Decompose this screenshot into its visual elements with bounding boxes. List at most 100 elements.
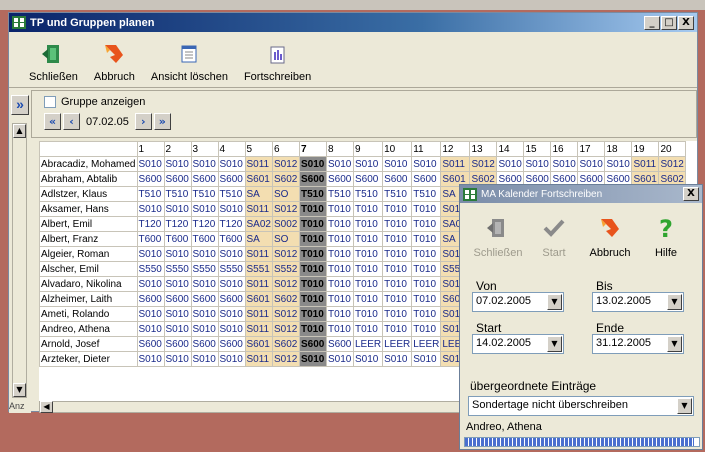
shift-cell[interactable]: S010	[136, 351, 165, 367]
day-header[interactable]: 12	[440, 141, 471, 157]
vertical-scrollbar[interactable]: ▲ ▼	[12, 123, 27, 398]
shift-cell[interactable]: S010	[217, 276, 246, 292]
close-button[interactable]: X	[678, 15, 694, 30]
start-select[interactable]: 14.02.2005 ▼	[472, 334, 564, 354]
shift-cell[interactable]: S010	[352, 351, 384, 367]
shift-cell[interactable]: T010	[298, 201, 327, 217]
shift-cell[interactable]: S012	[271, 201, 300, 217]
day-header[interactable]: 2	[163, 141, 192, 157]
employee-name-cell[interactable]: Albert, Emil	[39, 216, 138, 232]
shift-cell[interactable]: S010	[523, 156, 552, 172]
shift-cell[interactable]: S010	[190, 201, 219, 217]
day-header[interactable]: 7	[298, 141, 327, 157]
shift-cell[interactable]: T010	[352, 246, 384, 262]
shift-cell[interactable]: T010	[352, 231, 384, 247]
bis-select[interactable]: 13.02.2005 ▼	[592, 292, 684, 312]
shift-cell[interactable]: S601	[244, 171, 273, 187]
shift-cell[interactable]: S600	[217, 291, 246, 307]
shift-cell[interactable]: S550	[190, 261, 219, 277]
chevron-down-icon[interactable]: ▼	[677, 398, 692, 414]
shift-cell[interactable]: S010	[382, 351, 413, 367]
shift-cell[interactable]: T010	[411, 291, 442, 307]
shift-cell[interactable]: T010	[382, 231, 413, 247]
shift-cell[interactable]: T010	[325, 216, 354, 232]
shift-cell[interactable]: T120	[217, 216, 246, 232]
von-select[interactable]: 07.02.2005 ▼	[472, 292, 564, 312]
main-titlebar[interactable]: TP und Gruppen planen _ □ X	[9, 13, 697, 32]
shift-cell[interactable]: T010	[352, 306, 384, 322]
employee-name-cell[interactable]: Albert, Franz	[39, 231, 138, 247]
expand-panel-button[interactable]: »	[11, 95, 29, 115]
shift-cell[interactable]: T010	[298, 321, 327, 337]
shift-cell[interactable]: T010	[382, 216, 413, 232]
toolbar-continue-button[interactable]: Fortschreiben	[244, 43, 311, 83]
shift-cell[interactable]: S010	[298, 156, 327, 172]
shift-cell[interactable]: S012	[271, 321, 300, 337]
shift-cell[interactable]: S600	[411, 171, 442, 187]
dialog-cancel-tool[interactable]: Abbruch	[582, 217, 638, 259]
shift-cell[interactable]: T010	[411, 246, 442, 262]
shift-cell[interactable]: S010	[217, 246, 246, 262]
shift-cell[interactable]: S012	[271, 306, 300, 322]
shift-cell[interactable]: S012	[658, 156, 687, 172]
shift-cell[interactable]: T010	[382, 201, 413, 217]
shift-cell[interactable]: T010	[325, 306, 354, 322]
shift-cell[interactable]: S012	[271, 276, 300, 292]
shift-cell[interactable]: S010	[190, 276, 219, 292]
shift-cell[interactable]: T600	[190, 231, 219, 247]
shift-cell[interactable]: S600	[325, 336, 354, 352]
shift-cell[interactable]: T510	[325, 186, 354, 202]
shift-cell[interactable]: T510	[298, 186, 327, 202]
shift-cell[interactable]: T010	[352, 276, 384, 292]
shift-cell[interactable]: S010	[577, 156, 606, 172]
shift-cell[interactable]: S010	[217, 321, 246, 337]
prev-day-button[interactable]: ‹	[63, 113, 80, 130]
shift-cell[interactable]: S600	[136, 336, 165, 352]
next-week-button[interactable]: »	[153, 113, 171, 130]
shift-cell[interactable]: S010	[163, 321, 192, 337]
shift-cell[interactable]: T010	[411, 306, 442, 322]
toolbar-cancel-button[interactable]: Abbruch	[94, 43, 135, 83]
shift-cell[interactable]: T510	[217, 186, 246, 202]
shift-cell[interactable]: S010	[411, 156, 442, 172]
shift-cell[interactable]: S010	[190, 306, 219, 322]
employee-name-cell[interactable]: Andreo, Athena	[39, 321, 138, 337]
shift-cell[interactable]: T010	[298, 291, 327, 307]
shift-cell[interactable]: S600	[163, 336, 192, 352]
shift-cell[interactable]: S010	[217, 306, 246, 322]
shift-cell[interactable]: S010	[217, 201, 246, 217]
shift-cell[interactable]: S010	[163, 246, 192, 262]
shift-cell[interactable]: S010	[217, 156, 246, 172]
shift-cell[interactable]: T010	[325, 246, 354, 262]
shift-cell[interactable]: S010	[604, 156, 633, 172]
shift-cell[interactable]: S600	[190, 171, 219, 187]
parent-entries-select[interactable]: Sondertage nicht überschreiben ▼	[468, 396, 694, 416]
shift-cell[interactable]: T010	[325, 291, 354, 307]
shift-cell[interactable]: T010	[411, 231, 442, 247]
shift-cell[interactable]: S012	[271, 156, 300, 172]
shift-cell[interactable]: T010	[382, 306, 413, 322]
maximize-button[interactable]: □	[661, 15, 677, 30]
shift-cell[interactable]: S600	[298, 336, 327, 352]
shift-cell[interactable]: S602	[271, 291, 300, 307]
shift-cell[interactable]: S011	[244, 156, 273, 172]
shift-cell[interactable]: SA	[244, 231, 273, 247]
shift-cell[interactable]: S010	[352, 156, 384, 172]
shift-cell[interactable]: T010	[382, 321, 413, 337]
day-header[interactable]: 16	[550, 141, 579, 157]
shift-cell[interactable]: T510	[163, 186, 192, 202]
shift-cell[interactable]: S600	[298, 171, 327, 187]
shift-cell[interactable]: S010	[136, 321, 165, 337]
day-header[interactable]: 5	[244, 141, 273, 157]
shift-cell[interactable]: S550	[163, 261, 192, 277]
shift-cell[interactable]: S010	[163, 306, 192, 322]
shift-cell[interactable]: S010	[382, 156, 413, 172]
toolbar-close-button[interactable]: Schließen	[29, 43, 78, 83]
shift-cell[interactable]: S602	[271, 171, 300, 187]
shift-cell[interactable]: S010	[411, 351, 442, 367]
employee-name-cell[interactable]: Arnold, Josef	[39, 336, 138, 352]
shift-cell[interactable]: S010	[163, 351, 192, 367]
shift-cell[interactable]: S011	[440, 156, 471, 172]
employee-name-cell[interactable]: Aksamer, Hans	[39, 201, 138, 217]
shift-cell[interactable]: S010	[325, 156, 354, 172]
